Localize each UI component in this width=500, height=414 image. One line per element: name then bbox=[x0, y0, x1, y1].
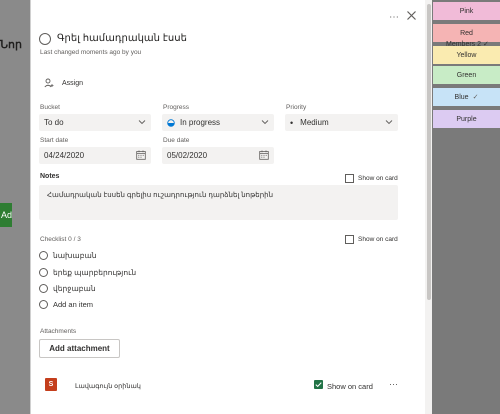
progress-dropdown[interactable]: In progress bbox=[162, 114, 274, 131]
bucket-dropdown[interactable]: To do bbox=[39, 114, 151, 131]
checklist-item[interactable]: նախաբան bbox=[39, 251, 97, 260]
background-add-button[interactable]: Add bbox=[0, 203, 12, 227]
label-purple[interactable]: Purple bbox=[433, 110, 500, 128]
chevron-down-icon bbox=[385, 120, 393, 125]
calendar-icon[interactable] bbox=[259, 150, 269, 160]
priority-label: Priority bbox=[286, 104, 307, 111]
chevron-down-icon bbox=[138, 120, 146, 125]
notes-show-on-card-label[interactable]: Show on card bbox=[358, 175, 398, 182]
add-item-text[interactable]: Add an item bbox=[53, 300, 93, 309]
label-pink[interactable]: Pink bbox=[433, 2, 500, 20]
label-name: Red bbox=[460, 29, 473, 37]
label-name: Yellow bbox=[456, 51, 477, 59]
more-options-icon[interactable]: ⋯ bbox=[389, 12, 400, 23]
label-blue[interactable]: Blue ✓ bbox=[433, 88, 500, 106]
priority-value: Medium bbox=[300, 118, 329, 127]
label-green[interactable]: Green bbox=[433, 66, 500, 84]
half-circle-progress-icon bbox=[167, 118, 175, 127]
task-title[interactable]: Գրել համադրական էսսե bbox=[57, 33, 187, 44]
sway-file-icon: S bbox=[45, 378, 57, 391]
attachment-show-on-card-checkbox[interactable] bbox=[314, 380, 323, 389]
checklist-show-on-card-label[interactable]: Show on card bbox=[358, 236, 398, 243]
notes-show-on-card-checkbox[interactable] bbox=[345, 174, 354, 183]
checklist-item[interactable]: երեք պարբերություն bbox=[39, 268, 136, 277]
notes-label: Notes bbox=[40, 173, 60, 180]
attachment-more-options-icon[interactable]: ⋯ bbox=[389, 379, 398, 390]
checklist-label: Checklist 0 / 3 bbox=[40, 236, 81, 243]
due-date-value: 05/02/2020 bbox=[167, 151, 208, 160]
due-date-label: Due date bbox=[163, 137, 190, 144]
background-members-text: Members 2 ✓ bbox=[446, 41, 489, 48]
checklist-item-text[interactable]: վերջաբան bbox=[53, 284, 96, 293]
bucket-label: Bucket bbox=[40, 104, 60, 111]
add-attachment-button[interactable]: Add attachment bbox=[39, 339, 120, 358]
checklist-item-checkbox[interactable] bbox=[39, 251, 48, 260]
progress-value: In progress bbox=[180, 118, 221, 127]
progress-label: Progress bbox=[163, 104, 190, 111]
close-icon[interactable] bbox=[406, 10, 417, 21]
person-add-icon[interactable] bbox=[44, 78, 54, 88]
checklist-item-text[interactable]: նախաբան bbox=[53, 251, 97, 260]
label-name: Blue bbox=[454, 93, 469, 101]
last-changed-text: Last changed moments ago by you bbox=[40, 49, 142, 56]
label-name: Purple bbox=[456, 115, 477, 123]
checklist-item-checkbox[interactable] bbox=[39, 284, 48, 293]
bullet-icon: • bbox=[290, 117, 294, 128]
bucket-value: To do bbox=[44, 118, 64, 127]
attachment-file-name[interactable]: Լավագույն օրինակ bbox=[75, 382, 141, 390]
start-date-value: 04/24/2020 bbox=[44, 151, 85, 160]
checkmark-icon bbox=[315, 382, 322, 388]
checklist-item-text[interactable]: երեք պարբերություն bbox=[53, 268, 136, 277]
attachments-label: Attachments bbox=[40, 328, 77, 335]
checklist-show-on-card-checkbox[interactable] bbox=[345, 235, 354, 244]
chevron-down-icon bbox=[261, 120, 269, 125]
background-title-fragment: Նոր bbox=[0, 39, 22, 51]
notes-textarea[interactable]: Համադրական էսսեն գրելիս ուշադրություն դա… bbox=[39, 185, 398, 220]
checklist-item[interactable]: վերջաբան bbox=[39, 284, 96, 293]
scrollbar-thumb[interactable] bbox=[427, 4, 431, 300]
add-checklist-item[interactable]: Add an item bbox=[39, 300, 93, 309]
start-date-picker[interactable]: 04/24/2020 bbox=[39, 147, 151, 164]
checklist-item-checkbox[interactable] bbox=[39, 268, 48, 277]
due-date-picker[interactable]: 05/02/2020 bbox=[162, 147, 274, 164]
assign-link[interactable]: Assign bbox=[62, 80, 83, 87]
start-date-label: Start date bbox=[40, 137, 69, 144]
attachment-show-on-card-label[interactable]: Show on card bbox=[327, 382, 373, 391]
checkmark-icon: ✓ bbox=[472, 94, 479, 101]
calendar-icon[interactable] bbox=[136, 150, 146, 160]
label-name: Green bbox=[456, 71, 477, 79]
priority-dropdown[interactable]: • Medium bbox=[285, 114, 398, 131]
complete-task-checkbox[interactable] bbox=[39, 33, 51, 45]
label-name: Pink bbox=[459, 7, 474, 15]
add-item-circle[interactable] bbox=[39, 300, 48, 309]
